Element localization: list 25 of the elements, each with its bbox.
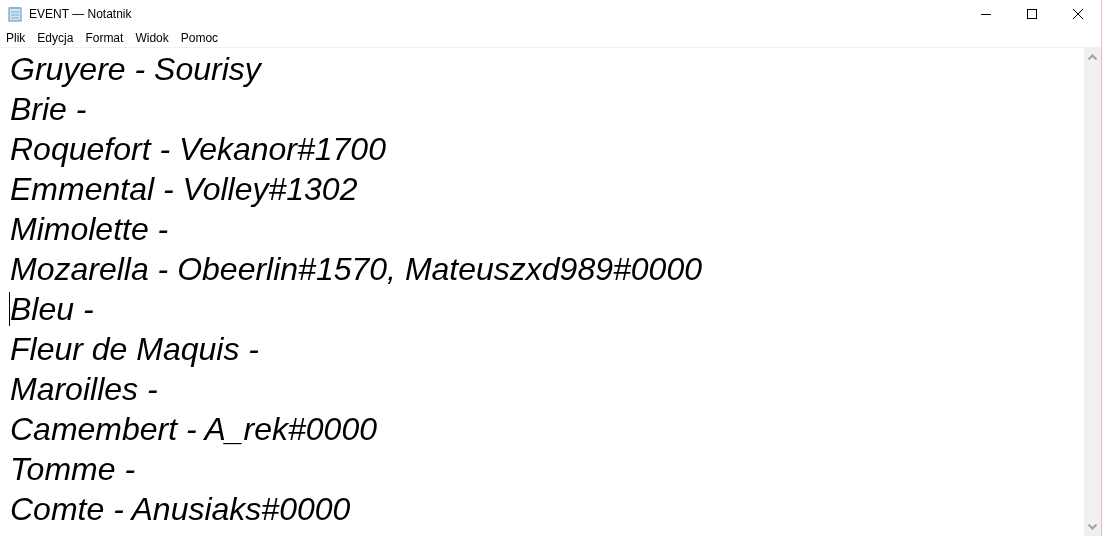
menu-item[interactable]: Widok bbox=[129, 27, 175, 48]
menu-item[interactable]: Pomoc bbox=[174, 27, 225, 48]
menu-item[interactable]: Format bbox=[79, 27, 130, 48]
text-line: Emmental - Volley#1302 bbox=[10, 170, 358, 209]
scroll-down-icon[interactable] bbox=[1088, 524, 1097, 530]
text-line: Bleu - bbox=[10, 290, 94, 329]
text-line: Fleur de Maquis - bbox=[10, 330, 259, 369]
menu-item[interactable]: Edycja bbox=[31, 27, 80, 48]
text-line: Brie - bbox=[10, 90, 87, 129]
text-line: Roquefort - Vekanor#1700 bbox=[10, 130, 386, 169]
close-icon bbox=[1073, 9, 1083, 19]
text-line: Tomme - bbox=[10, 450, 136, 489]
text-line: Camembert - A_rek#0000 bbox=[10, 410, 377, 449]
text-line: Maroilles - bbox=[10, 370, 158, 409]
text-line: Mimolette - bbox=[10, 210, 169, 249]
text-line: Comte - Anusiaks#0000 bbox=[10, 490, 351, 529]
text-line: Mozarella - Obeerlin#1570, Mateuszxd989#0000 bbox=[10, 250, 702, 289]
notepad-icon bbox=[7, 6, 23, 22]
scroll-up-icon[interactable] bbox=[1088, 54, 1097, 60]
minimize-icon bbox=[981, 13, 991, 15]
text-line: Gruyere - Sourisy bbox=[10, 50, 261, 89]
maximize-icon bbox=[1027, 9, 1037, 19]
scrollbar[interactable] bbox=[1084, 48, 1101, 536]
window-title: EVENT — Notatnik bbox=[29, 6, 132, 23]
menu-item[interactable]: Plik bbox=[0, 27, 32, 48]
